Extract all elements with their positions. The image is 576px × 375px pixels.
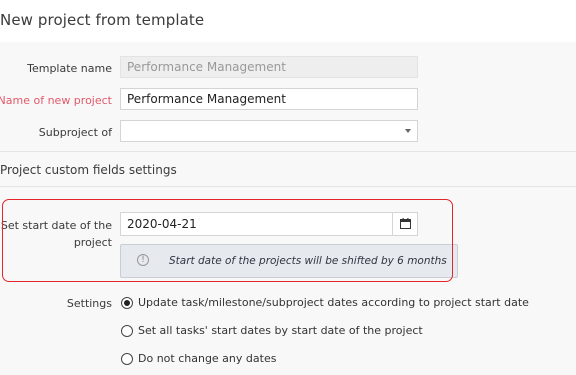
page-title: New project from template [0,11,205,29]
section-divider [0,186,576,187]
highlight-annotation [2,199,453,282]
radio-button-checked[interactable] [121,297,133,309]
section-divider [0,151,576,152]
new-project-name-label: Name of new project [0,94,112,107]
radio-button[interactable] [121,353,133,365]
chevron-down-icon [405,129,411,133]
new-project-name-input[interactable]: Performance Management [120,88,418,110]
template-name-field: Performance Management [120,56,418,78]
subproject-of-select[interactable] [120,120,418,142]
radio-label: Update task/milestone/subproject dates a… [138,296,529,309]
settings-label: Settings [66,297,112,310]
radio-label: Do not change any dates [138,352,277,365]
custom-fields-section-title: Project custom fields settings [0,163,177,177]
template-name-label: Template name [27,62,112,75]
radio-label: Set all tasks' start dates by start date… [138,324,423,337]
radio-button[interactable] [121,325,133,337]
subproject-of-label: Subproject of [38,126,112,139]
